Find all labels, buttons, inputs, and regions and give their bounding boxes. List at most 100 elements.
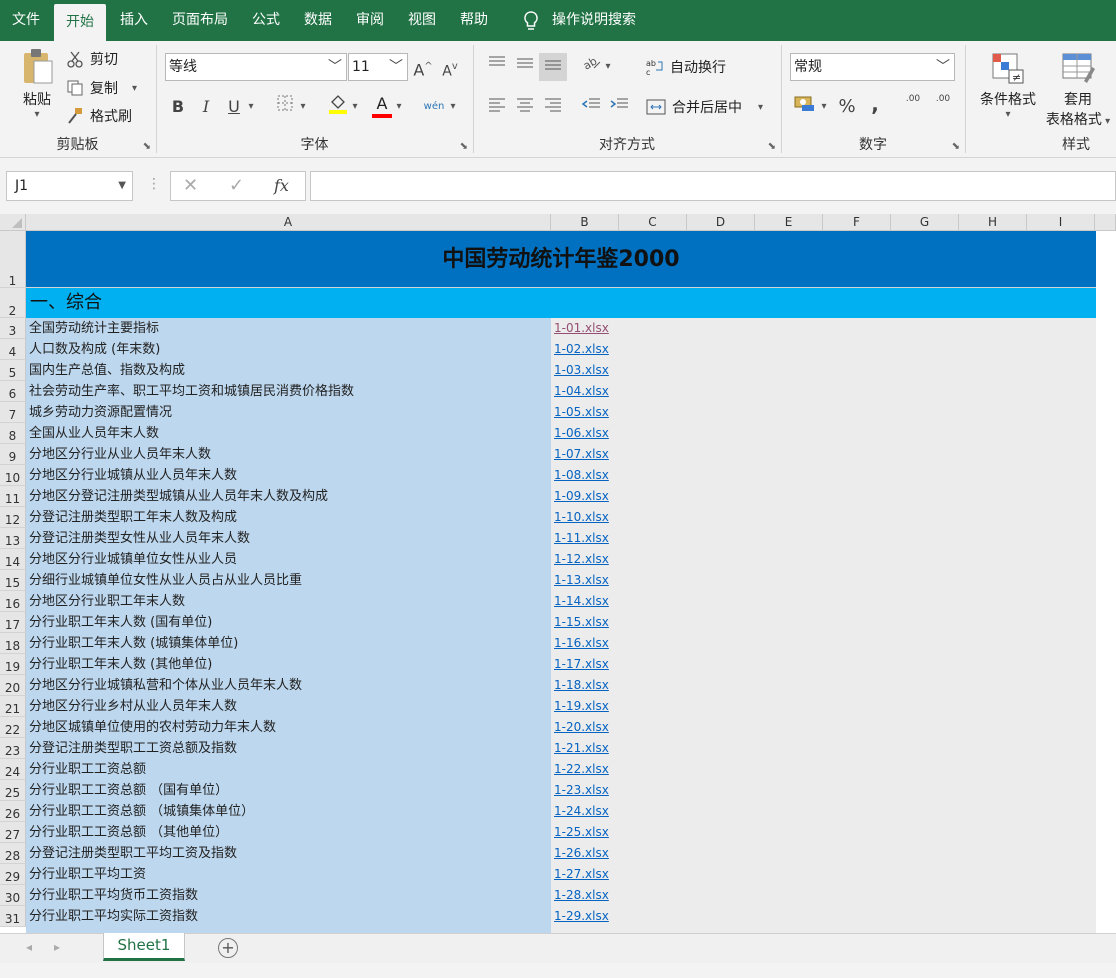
table-title-cell[interactable]: 分地区分行业城镇从业人员年末人数 [26,465,551,486]
table-title-cell[interactable]: 分地区分行业乡村从业人员年末人数 [26,696,551,717]
table-dropdown-icon[interactable]: ▾ [1102,116,1110,127]
phonetic-dropdown-icon[interactable]: ▾ [447,94,459,120]
font-name-select[interactable]: 等线 ﹀ [165,53,347,81]
table-title-cell[interactable]: 分登记注册类型职工工资总额及指数 [26,738,551,759]
percent-button[interactable]: % [834,94,860,120]
tab-view[interactable]: 视图 [396,0,448,41]
file-link[interactable]: 1-25.xlsx [551,822,619,843]
table-title-cell[interactable]: 分行业职工工资总额 （国有单位） [26,780,551,801]
column-header-a[interactable]: A [26,214,551,231]
fill-color-dropdown-icon[interactable]: ▾ [349,94,361,120]
format-painter-button[interactable]: 格式刷 [66,106,132,126]
row-header[interactable]: 4 [0,339,26,360]
row-header[interactable]: 31 [0,906,26,927]
column-header-j[interactable] [1095,214,1116,231]
file-link[interactable]: 1-26.xlsx [551,843,619,864]
wrap-text-button[interactable]: ab c 自动换行 [646,55,726,79]
tab-review[interactable]: 审阅 [344,0,396,41]
align-right-button[interactable] [540,94,566,120]
align-center-button[interactable] [512,94,538,120]
scroll-right-icon[interactable]: ▸ [54,940,60,954]
table-title-cell[interactable]: 分行业职工平均工资 [26,864,551,885]
tab-insert[interactable]: 插入 [108,0,160,41]
table-title-cell[interactable]: 分登记注册类型职工年末人数及构成 [26,507,551,528]
row-header[interactable]: 16 [0,591,26,612]
table-title-cell[interactable]: 分行业职工平均货币工资指数 [26,885,551,906]
column-header-e[interactable]: E [755,214,823,231]
column-header-f[interactable]: F [823,214,891,231]
file-link[interactable]: 1-15.xlsx [551,612,619,633]
table-title-cell[interactable]: 分地区分登记注册类型城镇从业人员年末人数及构成 [26,486,551,507]
tab-data[interactable]: 数据 [292,0,344,41]
column-header-c[interactable]: C [619,214,687,231]
format-as-table-button[interactable]: 套用 表格格式 ▾ [1042,51,1114,129]
font-size-select[interactable]: 11 ﹀ [348,53,408,81]
row-header[interactable]: 2 [0,288,26,318]
row-header[interactable]: 24 [0,759,26,780]
increase-indent-button[interactable] [606,94,632,120]
formula-input[interactable] [310,171,1116,201]
copy-dropdown-icon[interactable]: ▾ [132,83,137,94]
column-header-b[interactable]: B [551,214,619,231]
scroll-left-icon[interactable]: ◂ [26,940,32,954]
merge-dropdown-icon[interactable]: ▾ [758,102,763,113]
row-header[interactable]: 29 [0,864,26,885]
table-title-cell[interactable]: 分登记注册类型职工平均工资及指数 [26,843,551,864]
row-header[interactable]: 8 [0,423,26,444]
table-title-cell[interactable]: 分行业职工工资总额 （城镇集体单位） [26,801,551,822]
row-header[interactable]: 12 [0,507,26,528]
row-header[interactable]: 1 [0,231,26,288]
row-header[interactable]: 25 [0,780,26,801]
column-header-g[interactable]: G [891,214,959,231]
bold-button[interactable]: B [165,94,191,120]
row-header[interactable]: 14 [0,549,26,570]
copy-button[interactable]: 复制 ▾ [66,78,137,98]
font-color-button[interactable]: A [369,91,395,118]
tab-help[interactable]: 帮助 [448,0,500,41]
comma-button[interactable]: , [862,91,888,117]
number-format-select[interactable]: 常规 ﹀ [790,53,955,81]
file-link[interactable]: 1-19.xlsx [551,696,619,717]
accounting-dropdown-icon[interactable]: ▾ [818,94,830,120]
sheet-title-cell[interactable]: 中国劳动统计年鉴2000 [26,231,1096,288]
file-link[interactable]: 1-29.xlsx [551,906,619,927]
font-color-dropdown-icon[interactable]: ▾ [393,94,405,120]
borders-button[interactable] [272,94,298,120]
tab-formulas[interactable]: 公式 [240,0,292,41]
phonetic-button[interactable]: wén [421,94,447,120]
table-title-cell[interactable]: 社会劳动生产率、职工平均工资和城镇居民消费价格指数 [26,381,551,402]
file-link[interactable]: 1-07.xlsx [551,444,619,465]
file-link[interactable]: 1-04.xlsx [551,381,619,402]
tell-me-search[interactable]: 操作说明搜索 [500,0,648,41]
file-link[interactable]: 1-13.xlsx [551,570,619,591]
table-title-cell[interactable]: 国内生产总值、指数及构成 [26,360,551,381]
table-title-cell[interactable]: 人口数及构成 (年末数) [26,339,551,360]
table-title-cell[interactable]: 分地区分行业从业人员年末人数 [26,444,551,465]
name-box[interactable]: J1 ▼ [6,171,133,201]
align-bottom-button[interactable] [539,53,567,81]
underline-button[interactable]: U [221,94,247,120]
tab-home[interactable]: 开始 [54,4,106,41]
file-link[interactable]: 1-05.xlsx [551,402,619,423]
column-header-d[interactable]: D [687,214,755,231]
decrease-font-button[interactable]: Av [437,54,463,80]
file-link[interactable]: 1-20.xlsx [551,717,619,738]
underline-dropdown-icon[interactable]: ▾ [245,94,257,120]
merge-center-button[interactable]: 合并后居中 ▾ [646,95,763,119]
file-link[interactable]: 1-02.xlsx [551,339,619,360]
cut-button[interactable]: 剪切 [66,49,118,69]
file-link[interactable]: 1-14.xlsx [551,591,619,612]
column-header-h[interactable]: H [959,214,1027,231]
table-title-cell[interactable]: 分行业职工工资总额 [26,759,551,780]
row-header[interactable]: 26 [0,801,26,822]
row-header[interactable]: 9 [0,444,26,465]
file-link[interactable]: 1-10.xlsx [551,507,619,528]
conditional-formatting-button[interactable]: ≠ 条件格式 ▾ [974,51,1042,120]
increase-font-button[interactable]: A^ [410,54,436,80]
table-title-cell[interactable]: 分登记注册类型女性从业人员年末人数 [26,528,551,549]
accounting-format-button[interactable] [792,94,818,120]
fill-color-button[interactable] [325,93,351,119]
row-header[interactable]: 11 [0,486,26,507]
file-link[interactable]: 1-28.xlsx [551,885,619,906]
tab-file[interactable]: 文件 [0,0,52,41]
